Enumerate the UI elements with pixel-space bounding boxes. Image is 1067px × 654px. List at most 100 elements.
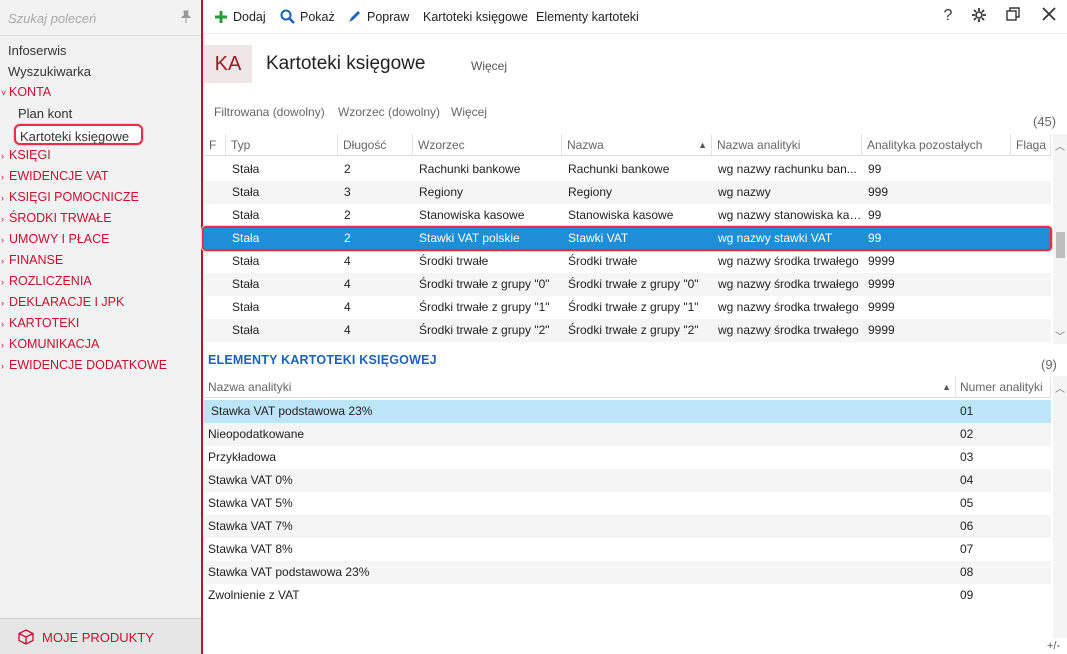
chevron-right-icon: › bbox=[1, 193, 4, 203]
header-label: Analityka pozostałych bbox=[867, 138, 983, 152]
table-row[interactable]: Stała 2 Stanowiska kasowe Stanowiska kasowe… bbox=[204, 204, 1051, 227]
list-item[interactable]: Stawka VAT 5% 05 bbox=[204, 492, 1051, 515]
page-title: Kartoteki księgowe bbox=[266, 53, 426, 74]
scroll-down-icon[interactable]: ﹀ bbox=[1055, 328, 1065, 343]
sidebar-item-0[interactable]: Infoserwis bbox=[0, 40, 201, 61]
edit-button[interactable]: Popraw bbox=[347, 8, 409, 26]
sidebar-item-7[interactable]: › KSIĘGI POMOCNICZE bbox=[0, 187, 201, 208]
sidebar-item-14[interactable]: › KOMUNIKACJA bbox=[0, 334, 201, 355]
elements-count: (9) bbox=[1041, 357, 1057, 372]
list-item[interactable]: Stawka VAT podstawowa 23% 08 bbox=[204, 561, 1051, 584]
scroll-thumb[interactable] bbox=[1056, 232, 1065, 258]
cell-col-name: Stanowiska kasowe bbox=[568, 208, 674, 222]
sidebar-item-12[interactable]: › DEKLARACJE I JPK bbox=[0, 292, 201, 313]
filter-filtered[interactable]: Filtrowana (dowolny) bbox=[214, 105, 325, 119]
list-item[interactable]: Nieopodatkowane 02 bbox=[204, 423, 1051, 446]
restore-window-icon[interactable] bbox=[1004, 7, 1022, 25]
filter-more[interactable]: Więcej bbox=[451, 105, 487, 119]
header-more-link[interactable]: Więcej bbox=[471, 59, 507, 73]
cell-col-analytics-rest: 9999 bbox=[868, 300, 895, 314]
list-item[interactable]: Przykładowa 03 bbox=[204, 446, 1051, 469]
add-label: Dodaj bbox=[233, 10, 266, 24]
sidebar-item-13[interactable]: › KARTOTEKI bbox=[0, 313, 201, 334]
close-icon[interactable] bbox=[1040, 7, 1058, 25]
sidebar-item-3[interactable]: Plan kont bbox=[0, 103, 201, 124]
cell-col-pattern: Stawki VAT polskie bbox=[419, 231, 520, 245]
sidebar-item-label: EWIDENCJE DODATKOWE bbox=[9, 358, 168, 372]
card-elements-button[interactable]: Elementy kartoteki bbox=[536, 8, 639, 26]
show-button[interactable]: Pokaż bbox=[280, 8, 335, 26]
cell-col-type: Stała bbox=[232, 323, 260, 337]
elements-scroll-up-icon[interactable]: ︿ bbox=[1055, 380, 1065, 395]
edit-label: Popraw bbox=[367, 10, 410, 24]
sidebar-item-10[interactable]: › FINANSE bbox=[0, 250, 201, 271]
cards-table-scrollbar[interactable] bbox=[1053, 134, 1067, 344]
cell-col-flag bbox=[1011, 250, 1051, 273]
sidebar-item-11[interactable]: › ROZLICZENIA bbox=[0, 271, 201, 292]
sidebar-item-1[interactable]: Wyszukiwarka bbox=[0, 61, 201, 82]
table-row[interactable]: Stała 4 Środki trwałe z grupy "2" Środki tr… bbox=[204, 319, 1051, 342]
table-row[interactable]: Stała 4 Środki trwałe z grupy "1" Środki tr… bbox=[204, 296, 1051, 319]
my-products-button[interactable]: MOJE PRODUKTY bbox=[0, 618, 201, 654]
cell-col-analytics-number: 06 bbox=[960, 519, 974, 533]
sidebar-item-15[interactable]: › EWIDENCJE DODATKOWE bbox=[0, 355, 201, 376]
gear-icon[interactable] bbox=[970, 7, 988, 25]
table-row[interactable]: Stała 4 Środki trwałe z grupy "0" Środki tr… bbox=[204, 273, 1051, 296]
cell-col-flag bbox=[1011, 158, 1051, 181]
sidebar-item-5[interactable]: › KSIĘGI bbox=[0, 145, 201, 166]
cell-col-analytics-number: 08 bbox=[960, 565, 974, 579]
header-col-analytics-name[interactable]: Nazwa analityki bbox=[712, 134, 862, 156]
toolbar: Dodaj Pokaż Popraw Kartoteki księgowe El… bbox=[204, 0, 1067, 34]
sidebar-item-4[interactable]: Kartoteki księgowe bbox=[0, 124, 201, 145]
scroll-up-icon[interactable]: ︿ bbox=[1055, 138, 1065, 153]
header-col-analytics-rest[interactable]: Analityka pozostałych bbox=[862, 134, 1011, 156]
header-col-f[interactable]: F bbox=[204, 134, 226, 156]
header-col-name[interactable]: Nazwa ▲ bbox=[562, 134, 712, 156]
sidebar-item-label: KOMUNIKACJA bbox=[9, 337, 100, 351]
table-row[interactable]: Stała 2 Rachunki bankowe Rachunki bankowe wg… bbox=[204, 158, 1051, 181]
cell-col-analytics-number: 05 bbox=[960, 496, 974, 510]
header-col-analytics-number[interactable]: Numer analityki bbox=[956, 376, 1051, 398]
cell-col-pattern: Regiony bbox=[419, 185, 464, 199]
filter-pattern[interactable]: Wzorzec (dowolny) bbox=[338, 105, 440, 119]
sidebar-item-9[interactable]: › UMOWY I PŁACE bbox=[0, 229, 201, 250]
chevron-down-icon: ˅ bbox=[1, 88, 7, 98]
list-item[interactable]: Stawka VAT podstawowa 23% 01 bbox=[204, 400, 1051, 423]
elements-table-scrollbar[interactable] bbox=[1053, 376, 1067, 638]
cell-col-length: 3 bbox=[344, 185, 351, 199]
cell-col-analytics-name: Stawka VAT 7% bbox=[208, 519, 293, 533]
chevron-right-icon: › bbox=[1, 277, 4, 287]
sidebar-item-6[interactable]: › EWIDENCJE VAT bbox=[0, 166, 201, 187]
chevron-right-icon: › bbox=[1, 151, 4, 161]
header-col-length[interactable]: Długość bbox=[338, 134, 413, 156]
cell-col-f bbox=[204, 296, 226, 319]
plus-minus-toggle[interactable]: +/- bbox=[1047, 640, 1060, 652]
cards-table-header: F Typ Długość Wzorzec Nazwa ▲ Nazwa analityki A… bbox=[204, 134, 1051, 156]
sidebar-item-label: Plan kont bbox=[18, 106, 73, 121]
table-row[interactable]: Stała 4 Środki trwałe Środki trwałe wg nazwy… bbox=[204, 250, 1051, 273]
header-col-analytics-name[interactable]: Nazwa analityki ▲ bbox=[204, 376, 956, 398]
accounting-cards-button[interactable]: Kartoteki księgowe bbox=[423, 8, 528, 26]
add-button[interactable]: Dodaj bbox=[214, 8, 266, 26]
header-label: Nazwa analityki bbox=[208, 380, 292, 394]
cell-col-analytics-name: Stawka VAT 0% bbox=[208, 473, 293, 487]
chevron-right-icon: › bbox=[1, 214, 4, 224]
list-item[interactable]: Stawka VAT 8% 07 bbox=[204, 538, 1051, 561]
header-col-type[interactable]: Typ bbox=[226, 134, 338, 156]
command-search-input[interactable] bbox=[8, 8, 173, 28]
search-icon bbox=[280, 9, 295, 24]
chevron-right-icon: › bbox=[1, 361, 4, 371]
cell-col-length: 2 bbox=[344, 208, 351, 222]
table-row[interactable]: Stała 3 Regiony Regiony wg nazwy 999 bbox=[204, 181, 1051, 204]
help-icon[interactable]: ? bbox=[939, 7, 957, 25]
cell-col-pattern: Środki trwałe z grupy "0" bbox=[419, 277, 550, 291]
sidebar-item-8[interactable]: › ŚRODKI TRWAŁE bbox=[0, 208, 201, 229]
header-col-flag[interactable]: Flaga bbox=[1011, 134, 1051, 156]
list-item[interactable]: Stawka VAT 0% 04 bbox=[204, 469, 1051, 492]
list-item[interactable]: Zwolnienie z VAT 09 bbox=[204, 584, 1051, 607]
header-col-pattern[interactable]: Wzorzec bbox=[413, 134, 562, 156]
table-row[interactable]: Stała 2 Stawki VAT polskie Stawki VAT wg naz… bbox=[204, 227, 1051, 250]
pin-icon[interactable] bbox=[180, 10, 194, 24]
list-item[interactable]: Stawka VAT 7% 06 bbox=[204, 515, 1051, 538]
sidebar-item-2[interactable]: ˅ KONTA bbox=[0, 82, 201, 103]
